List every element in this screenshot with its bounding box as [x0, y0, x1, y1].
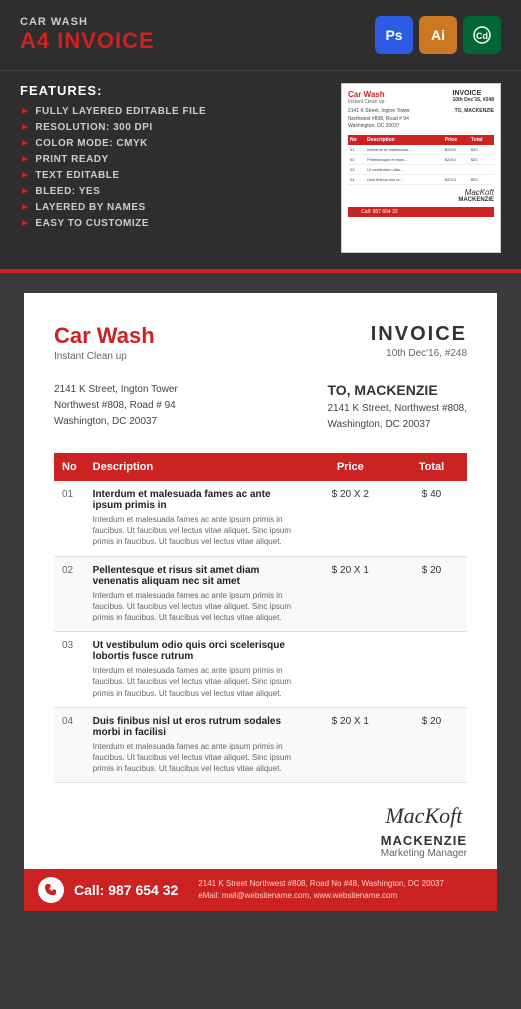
- row-price: [305, 632, 396, 708]
- feature-4: ► PRINT READY: [20, 154, 206, 165]
- prev-invoice-label: INVOICE: [453, 90, 495, 97]
- col-total: Total: [396, 453, 467, 481]
- svg-text:Cd: Cd: [476, 31, 488, 41]
- signature-name: MACKENZIE: [381, 833, 467, 848]
- product-info: CAR WASH A4 INVOICE: [20, 16, 155, 54]
- signature-script: MacKoft: [381, 803, 467, 829]
- row-no: 02: [54, 556, 85, 632]
- arrow-icon: ►: [20, 170, 30, 181]
- feature-5: ► TEXT EDITABLE: [20, 170, 206, 181]
- arrow-icon: ►: [20, 186, 30, 197]
- preview-thumbnail: Car Wash Instant Clean up INVOICE 10th D…: [341, 83, 501, 253]
- feature-2: ► RESOLUTION: 300 DPI: [20, 122, 206, 133]
- row-total: $ 20: [396, 707, 467, 783]
- arrow-icon: ►: [20, 122, 30, 133]
- table-row: 04 Duis finibus nisl ut eros rutrum soda…: [54, 707, 467, 783]
- row-desc: Pellentesque et risus sit amet diam vene…: [85, 556, 305, 632]
- company-name: Car Wash: [54, 323, 155, 349]
- invoice-document: Car Wash Instant Clean up INVOICE 10th D…: [24, 293, 497, 911]
- arrow-icon: ►: [20, 154, 30, 165]
- row-desc: Duis finibus nisl ut eros rutrum sodales…: [85, 707, 305, 783]
- cd-badge: Cd: [463, 16, 501, 54]
- arrow-icon: ►: [20, 138, 30, 149]
- prev-footer-bar: 📞 Call: 987 654 32: [348, 207, 494, 217]
- invoice-table: No Description Price Total 01 Interdum e…: [54, 453, 467, 783]
- col-desc: Description: [85, 453, 305, 481]
- feature-8: ► EASY TO CUSTOMIZE: [20, 218, 206, 229]
- row-total: [396, 632, 467, 708]
- to-label: TO, MACKENZIE: [327, 382, 467, 398]
- table-row: 03 Ut vestibulum odio quis orci sceleris…: [54, 632, 467, 708]
- invoice-addresses: 2141 K Street, Ington Tower Northwest #8…: [54, 382, 467, 433]
- col-price: Price: [305, 453, 396, 481]
- features-title: FEATURES:: [20, 83, 206, 98]
- ps-badge: Ps: [375, 16, 413, 54]
- product-title: A4 INVOICE: [20, 28, 155, 54]
- prev-to: 10th Dec'16, #248: [453, 97, 495, 103]
- product-type: CAR WASH: [20, 16, 155, 28]
- signature-area: MacKoft MACKENZIE Marketing Manager: [54, 783, 467, 869]
- features-list: FEATURES: ► FULLY LAYERED EDITABLE FILE …: [20, 83, 206, 234]
- invoice-header: Car Wash Instant Clean up INVOICE 10th D…: [54, 323, 467, 362]
- features-section: FEATURES: ► FULLY LAYERED EDITABLE FILE …: [0, 70, 521, 269]
- company-sub: Instant Clean up: [54, 351, 155, 362]
- row-no: 01: [54, 481, 85, 556]
- to-address: 2141 K Street, Northwest #808, Washingto…: [327, 401, 467, 433]
- arrow-icon: ►: [20, 202, 30, 213]
- feature-3: ► COLOR MODE: CMYK: [20, 138, 206, 149]
- row-price: $ 20 X 1: [305, 556, 396, 632]
- footer-call: Call: 987 654 32: [74, 882, 178, 898]
- feature-6: ► BLEED: YES: [20, 186, 206, 197]
- invoice-date: 10th Dec'16, #248: [371, 348, 467, 359]
- table-row: 01 Interdum et malesuada fames ac ante i…: [54, 481, 467, 556]
- arrow-icon: ►: [20, 106, 30, 117]
- col-no: No: [54, 453, 85, 481]
- invoice-wrapper: Car Wash Instant Clean up INVOICE 10th D…: [0, 273, 521, 931]
- invoice-title-block: INVOICE 10th Dec'16, #248: [371, 323, 467, 359]
- row-no: 04: [54, 707, 85, 783]
- company-block: Car Wash Instant Clean up: [54, 323, 155, 362]
- footer-contact: 2141 K Street Northwest #808, Road No #4…: [198, 878, 444, 902]
- row-desc: Ut vestibulum odio quis orci scelerisque…: [85, 632, 305, 708]
- signature-block: MacKoft MACKENZIE Marketing Manager: [381, 803, 467, 859]
- row-total: $ 40: [396, 481, 467, 556]
- feature-7: ► LAYERED BY NAMES: [20, 202, 206, 213]
- from-address: 2141 K Street, Ington Tower Northwest #8…: [54, 382, 178, 433]
- row-total: $ 20: [396, 556, 467, 632]
- table-row: 02 Pellentesque et risus sit amet diam v…: [54, 556, 467, 632]
- invoice-title: INVOICE: [371, 323, 467, 346]
- arrow-icon: ►: [20, 218, 30, 229]
- invoice-footer-bar: Call: 987 654 32 2141 K Street Northwest…: [24, 869, 497, 911]
- row-price: $ 20 X 1: [305, 707, 396, 783]
- phone-icon: [38, 877, 64, 903]
- feature-1: ► FULLY LAYERED EDITABLE FILE: [20, 106, 206, 117]
- row-no: 03: [54, 632, 85, 708]
- signature-title: Marketing Manager: [381, 848, 467, 859]
- badge-group: Ps Ai Cd: [375, 16, 501, 54]
- prev-to-name: TO, MACKENZIE: [455, 108, 494, 131]
- ai-badge: Ai: [419, 16, 457, 54]
- prev-company: Car Wash: [348, 90, 385, 99]
- top-section: CAR WASH A4 INVOICE Ps Ai Cd: [0, 0, 521, 70]
- to-block: TO, MACKENZIE 2141 K Street, Northwest #…: [327, 382, 467, 433]
- row-price: $ 20 X 2: [305, 481, 396, 556]
- row-desc: Interdum et malesuada fames ac ante ipsu…: [85, 481, 305, 556]
